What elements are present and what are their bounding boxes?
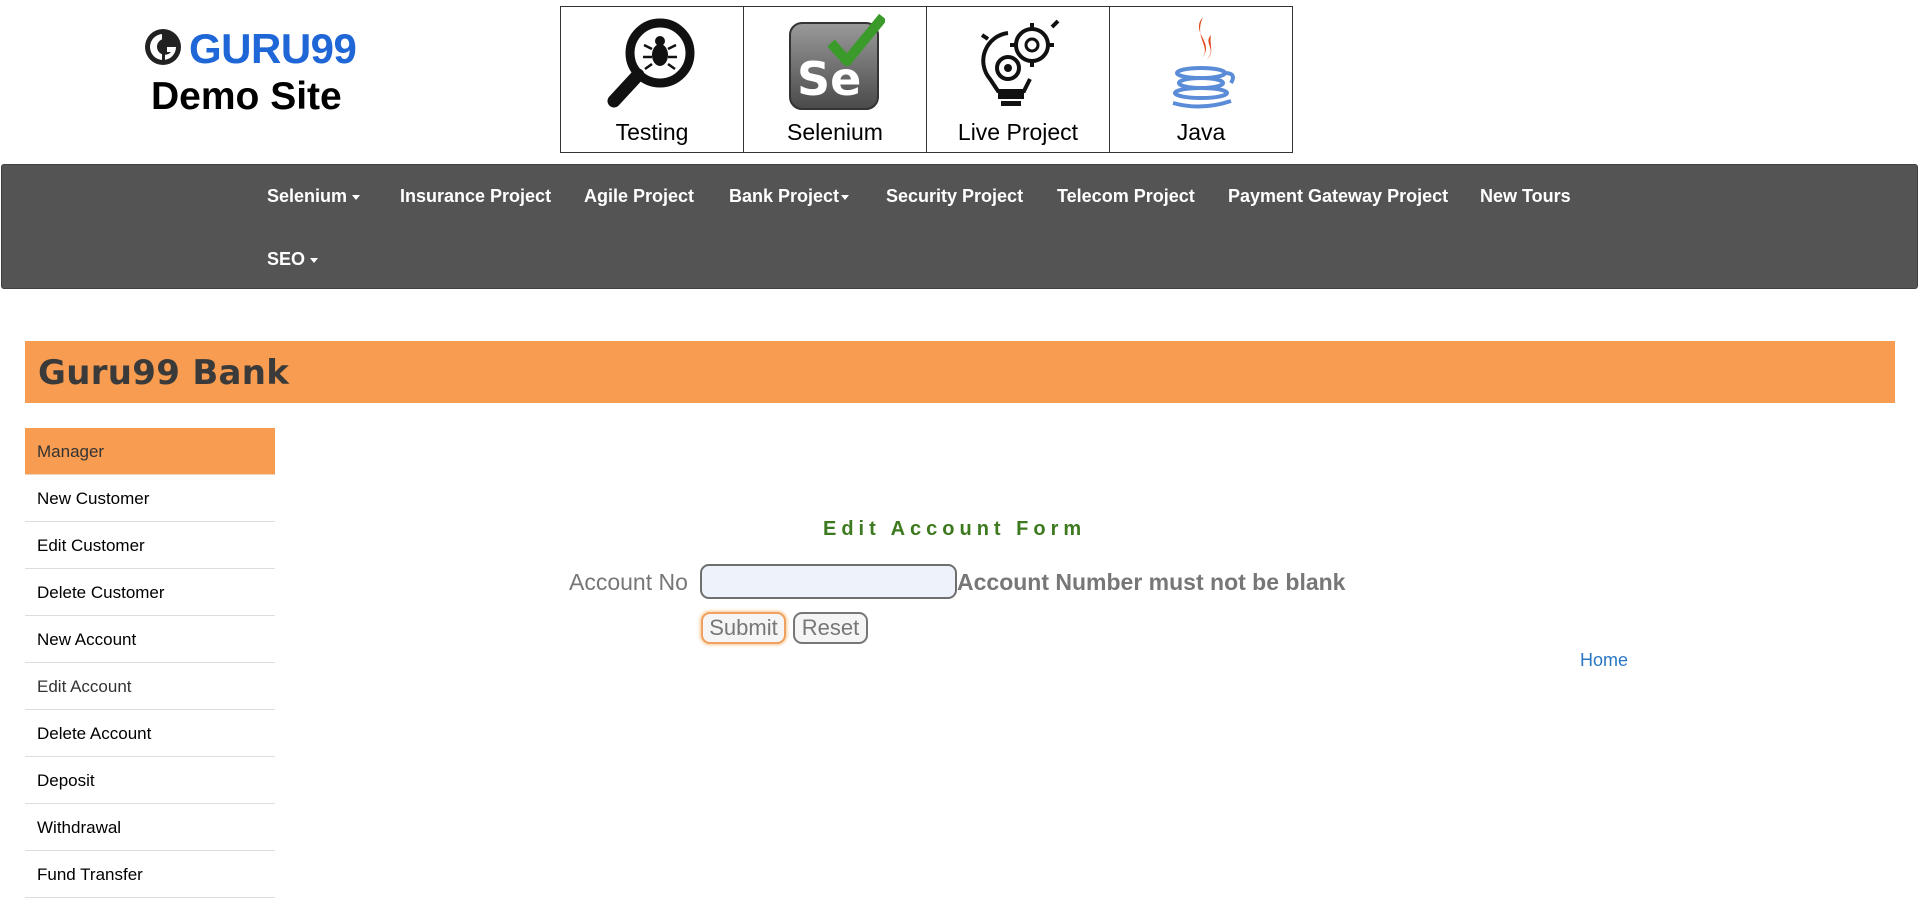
account-no-input[interactable] — [700, 564, 957, 599]
tile-label: Live Project — [957, 119, 1079, 145]
submit-button[interactable]: Submit — [701, 612, 786, 644]
caret-down-icon — [310, 257, 319, 263]
tile-label: Testing — [615, 119, 689, 145]
reset-button[interactable]: Reset — [793, 612, 868, 644]
nav-bank-project[interactable]: Bank Project — [729, 186, 850, 207]
site-title: Demo Site — [151, 75, 342, 118]
sidebar-item-delete-customer[interactable]: Delete Customer — [25, 569, 275, 616]
home-link[interactable]: Home — [1580, 650, 1628, 671]
account-no-label: Account No — [569, 569, 688, 595]
bank-title-bar: Guru99 Bank — [25, 341, 1895, 403]
nav-agile-project[interactable]: Agile Project — [584, 186, 694, 207]
tile-selenium[interactable]: Se Selenium — [744, 7, 927, 152]
nav-selenium[interactable]: Selenium — [267, 186, 361, 207]
nav-security-project[interactable]: Security Project — [886, 186, 1023, 207]
bank-title: Guru99 Bank — [38, 353, 290, 393]
sidebar-item-fund-transfer[interactable]: Fund Transfer — [25, 851, 275, 898]
logo-text: GURU99 — [189, 25, 357, 72]
tile-label: Java — [1176, 119, 1226, 145]
course-tiles: Testing Se Selenium Live Project Java — [560, 6, 1293, 153]
site-logo[interactable]: GURU99 — [143, 26, 358, 72]
sidebar-header-manager[interactable]: Manager — [25, 428, 275, 475]
tile-label: Selenium — [787, 119, 883, 145]
tile-live-project[interactable]: Live Project — [927, 7, 1110, 152]
form-title: Edit Account Form — [823, 518, 1087, 540]
nav-new-tours[interactable]: New Tours — [1480, 186, 1571, 207]
manager-sidebar: Manager New Customer Edit Customer Delet… — [25, 428, 275, 898]
main-navbar: Selenium Insurance Project Agile Project… — [1, 164, 1918, 289]
caret-down-icon — [841, 194, 850, 200]
nav-seo[interactable]: SEO — [267, 249, 319, 270]
nav-label: Bank Project — [729, 186, 840, 206]
nav-telecom-project[interactable]: Telecom Project — [1057, 186, 1195, 207]
guru99-logo-icon — [143, 27, 183, 72]
caret-down-icon — [352, 194, 361, 200]
sidebar-item-deposit[interactable]: Deposit — [25, 757, 275, 804]
sidebar-item-new-customer[interactable]: New Customer — [25, 475, 275, 522]
tile-java[interactable]: Java — [1110, 7, 1292, 152]
nav-payment-gateway-project[interactable]: Payment Gateway Project — [1228, 186, 1448, 207]
sidebar-item-edit-account[interactable]: Edit Account — [25, 663, 275, 710]
nav-label: SEO — [267, 249, 306, 269]
sidebar-item-delete-account[interactable]: Delete Account — [25, 710, 275, 757]
tile-testing[interactable]: Testing — [561, 7, 744, 152]
sidebar-item-edit-customer[interactable]: Edit Customer — [25, 522, 275, 569]
nav-insurance-project[interactable]: Insurance Project — [400, 186, 551, 207]
account-error-message: Account Number must not be blank — [957, 569, 1346, 595]
sidebar-item-new-account[interactable]: New Account — [25, 616, 275, 663]
sidebar-item-withdrawal[interactable]: Withdrawal — [25, 804, 275, 851]
nav-label: Selenium — [267, 186, 348, 206]
